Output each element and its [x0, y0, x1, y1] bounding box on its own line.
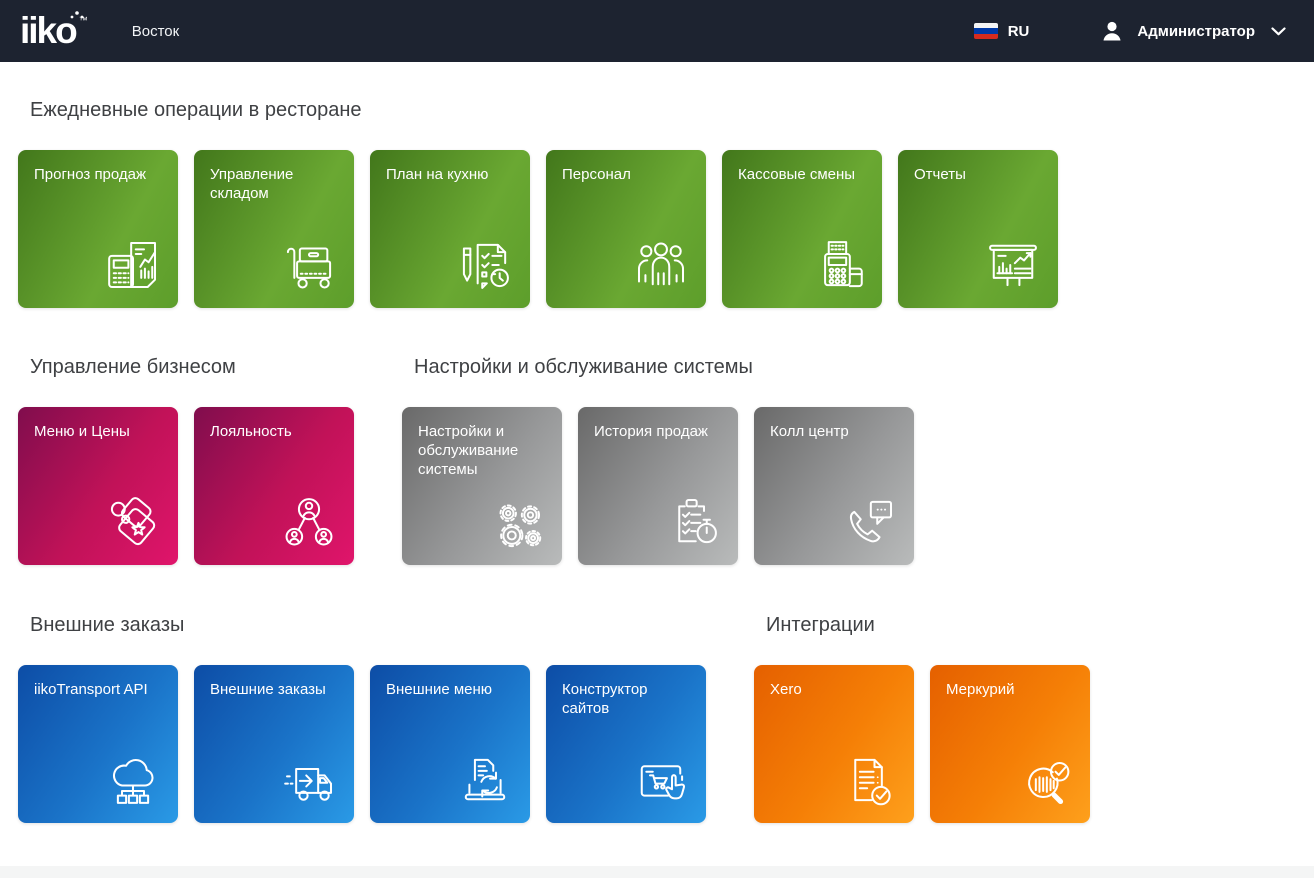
section-title-external-orders: Внешние заказы: [30, 613, 706, 638]
tile-sales-forecast[interactable]: Прогноз продаж: [18, 150, 178, 308]
tile-label: Меркурий: [946, 680, 1076, 699]
group-system-settings: Настройки и обслуживание системы Настрой…: [402, 355, 914, 565]
tile-call-center[interactable]: Колл центр: [754, 407, 914, 565]
tile-label: Управление складом: [210, 165, 340, 203]
tile-reports[interactable]: Отчеты: [898, 150, 1058, 308]
gears-icon: [486, 491, 550, 555]
tile-external-orders[interactable]: Внешние заказы: [194, 665, 354, 823]
tile-label: Настройки и обслуживание системы: [418, 422, 548, 479]
group-business-management: Управление бизнесом Меню и Цены Лояльнос…: [18, 355, 354, 565]
tile-label: План на кухню: [386, 165, 516, 184]
tile-sales-history[interactable]: История продаж: [578, 407, 738, 565]
clipboard-stopwatch-icon: [660, 489, 726, 555]
iiko-logo[interactable]: iiko ™: [20, 6, 88, 56]
tile-loyalty[interactable]: Лояльность: [194, 407, 354, 565]
group-external-orders: Внешние заказы iikoTransport API Внешние…: [18, 613, 706, 823]
tile-menu-prices[interactable]: Меню и Цены: [18, 407, 178, 565]
people-icon: [628, 232, 694, 298]
tile-inventory-management[interactable]: Управление складом: [194, 150, 354, 308]
user-name: Администратор: [1137, 23, 1255, 40]
barcode-search-icon: [1012, 747, 1078, 813]
section-title-business-management: Управление бизнесом: [30, 355, 354, 380]
price-tags-icon: [100, 489, 166, 555]
delivery-truck-icon: [276, 747, 342, 813]
cloud-network-icon: [100, 747, 166, 813]
tile-label: iikoTransport API: [34, 680, 164, 699]
tile-xero[interactable]: Xero: [754, 665, 914, 823]
tile-site-builder[interactable]: Конструктор сайтов: [546, 665, 706, 823]
warehouse-cart-icon: [276, 232, 342, 298]
tile-label: История продаж: [594, 422, 724, 441]
tile-kitchen-plan[interactable]: План на кухню: [370, 150, 530, 308]
site-builder-icon: [628, 747, 694, 813]
presentation-chart-icon: [980, 232, 1046, 298]
tile-label: Внешние заказы: [210, 680, 340, 699]
tile-label: Конструктор сайтов: [562, 680, 692, 718]
tile-label: Xero: [770, 680, 900, 699]
tile-mercury[interactable]: Меркурий: [930, 665, 1090, 823]
document-sync-icon: [452, 747, 518, 813]
user-menu[interactable]: Администратор: [1099, 18, 1286, 44]
logo-text: iiko: [20, 6, 76, 56]
user-avatar-icon: [1099, 18, 1125, 44]
tile-iikotransport-api[interactable]: iikoTransport API: [18, 665, 178, 823]
document-check-icon: [836, 747, 902, 813]
chevron-down-icon: [1271, 27, 1286, 36]
russian-flag-icon: [974, 23, 998, 39]
phone-chat-icon: [836, 489, 902, 555]
tile-label: Меню и Цены: [34, 422, 164, 441]
tile-label: Отчеты: [914, 165, 1044, 184]
horizontal-scrollbar[interactable]: [0, 866, 1314, 878]
group-daily-operations: Ежедневные операции в ресторане Прогноз …: [18, 98, 1058, 308]
tile-label: Внешние меню: [386, 680, 516, 699]
calculator-chart-icon: [100, 232, 166, 298]
tile-external-menus[interactable]: Внешние меню: [370, 665, 530, 823]
tile-cash-shifts[interactable]: Кассовые смены: [722, 150, 882, 308]
tile-label: Прогноз продаж: [34, 165, 164, 184]
tile-staff[interactable]: Персонал: [546, 150, 706, 308]
tile-label: Кассовые смены: [738, 165, 868, 184]
tile-label: Лояльность: [210, 422, 340, 441]
section-title-system-settings: Настройки и обслуживание системы: [414, 355, 914, 380]
tile-label: Персонал: [562, 165, 692, 184]
logo-tm: ™: [79, 15, 88, 25]
tile-label: Колл центр: [770, 422, 900, 441]
language-switcher[interactable]: RU: [974, 23, 1030, 40]
section-title-daily-operations: Ежедневные операции в ресторане: [30, 98, 1058, 123]
group-integrations: Интеграции Xero Меркурий: [754, 613, 1090, 823]
pos-terminal-icon: [804, 232, 870, 298]
dashboard: Ежедневные операции в ресторане Прогноз …: [0, 98, 1314, 823]
language-code: RU: [1008, 23, 1030, 40]
tile-system-settings[interactable]: Настройки и обслуживание системы: [402, 407, 562, 565]
customers-network-icon: [276, 489, 342, 555]
header: iiko ™ Восток RU Администратор: [0, 0, 1314, 62]
org-name: Восток: [132, 23, 179, 40]
checklist-pen-icon: [452, 232, 518, 298]
section-title-integrations: Интеграции: [766, 613, 1090, 638]
